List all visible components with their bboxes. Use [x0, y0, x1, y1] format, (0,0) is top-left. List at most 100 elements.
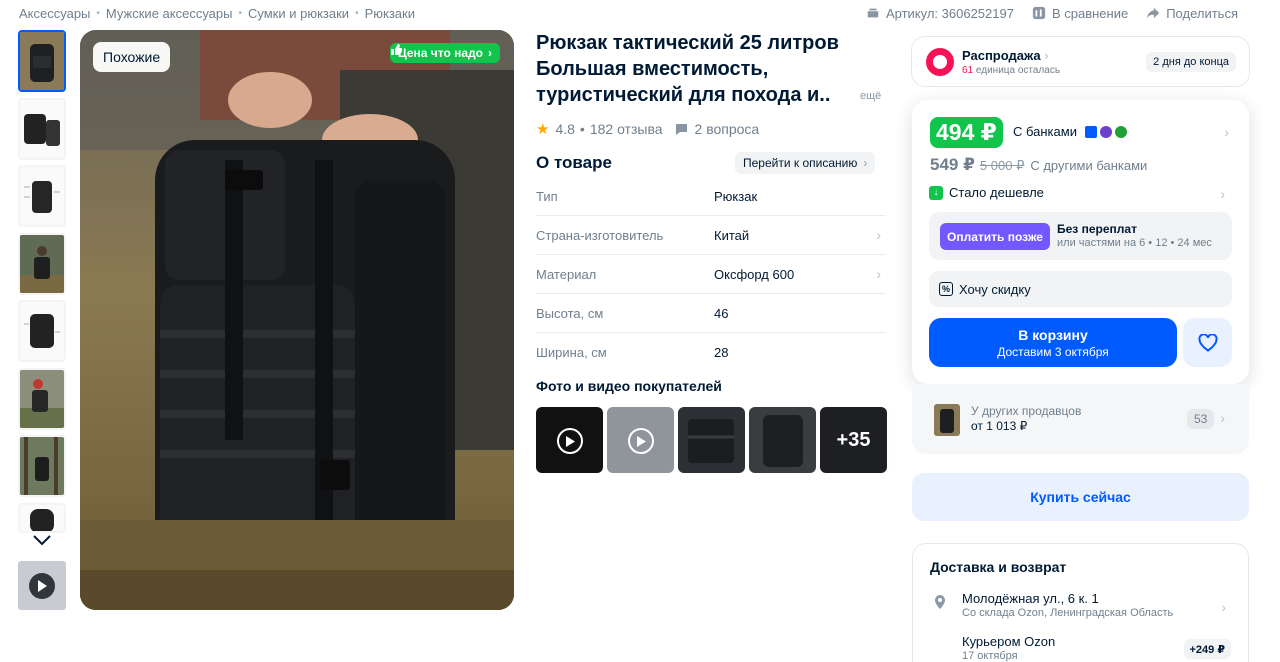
- breadcrumb-item[interactable]: Аксессуары: [19, 6, 90, 21]
- spec-value: 46: [714, 305, 729, 321]
- spec-row[interactable]: Страна-изготовитель Китай ›: [536, 216, 885, 255]
- buyer-media-more[interactable]: +35: [820, 407, 887, 473]
- breadcrumb-item[interactable]: Сумки и рюкзаки: [248, 6, 349, 21]
- breadcrumb-item[interactable]: Мужские аксессуары: [106, 6, 233, 21]
- price-dropped[interactable]: ↓ Стало дешевле: [929, 185, 1044, 200]
- main-product-image[interactable]: Похожие Цена что надо ›: [80, 30, 514, 610]
- thumbnail[interactable]: [18, 30, 66, 92]
- price-badge-label: Цена что надо: [397, 46, 483, 60]
- buyer-photo[interactable]: [678, 407, 745, 473]
- buyer-video[interactable]: [536, 407, 603, 473]
- share-button[interactable]: Поделиться: [1146, 6, 1238, 21]
- buyer-photo[interactable]: [749, 407, 816, 473]
- breadcrumb-item[interactable]: Рюкзаки: [365, 6, 415, 21]
- thumbs-up-icon: [390, 44, 402, 55]
- chevron-right-icon: ›: [863, 156, 868, 170]
- add-to-cart-label: В корзину: [1018, 327, 1088, 343]
- favorite-button[interactable]: [1183, 318, 1232, 367]
- forest-thumbnail-image: [20, 437, 64, 495]
- about-title: О товаре: [536, 153, 612, 172]
- price-other: 549 ₽: [930, 155, 975, 174]
- other-banks-label: С другими банками: [1030, 158, 1148, 173]
- chevron-right-icon: ›: [1044, 47, 1049, 63]
- rating-value: 4.8: [555, 121, 575, 137]
- spec-value: 28: [714, 345, 729, 360]
- sale-banner[interactable]: Распродажа › 61 единица осталась 2 дня д…: [911, 36, 1250, 87]
- product-title-line: Рюкзак тактический 25 литров: [536, 32, 839, 54]
- buyer-video[interactable]: [607, 407, 674, 473]
- backpack-thumbnail-image: [20, 99, 64, 158]
- thumbnail[interactable]: [18, 367, 66, 430]
- arrow-down-icon: ↓: [929, 185, 943, 200]
- specs-table: Тип Рюкзак Страна-изготовитель Китай › М…: [536, 177, 885, 372]
- spec-row[interactable]: Материал Оксфорд 600 ›: [536, 255, 885, 294]
- breadcrumb: Аксессуары • Мужские аксессуары • Сумки …: [19, 4, 415, 22]
- thumbnail[interactable]: [18, 502, 66, 533]
- price-other-banks: 549 ₽ 5 000 ₽ С другими банками: [930, 155, 1147, 175]
- chevron-right-icon: ›: [1224, 124, 1229, 140]
- breadcrumb-separator: •: [96, 7, 100, 19]
- sale-days-left: 2 дня до конца: [1146, 52, 1236, 72]
- top-actions: Артикул: 3606252197 В сравнение Поделить…: [848, 4, 1238, 22]
- backpack-thumbnail-image: [20, 302, 64, 360]
- share-icon: [1147, 7, 1160, 19]
- article-copy[interactable]: Артикул: 3606252197: [866, 6, 1014, 21]
- go-to-description-label: Перейти к описанию: [743, 156, 858, 170]
- other-sellers-label: У других продавцов: [971, 404, 1082, 418]
- spec-row: Высота, см 46: [536, 294, 885, 333]
- courier-option[interactable]: Курьером Ozon: [962, 634, 1055, 649]
- price-badge[interactable]: Цена что надо ›: [389, 43, 500, 63]
- more-count: +35: [836, 428, 871, 451]
- thumbnail[interactable]: [18, 97, 66, 160]
- play-icon: [29, 572, 55, 599]
- other-sellers-price: от 1 013 ₽: [971, 419, 1028, 433]
- add-to-cart-button[interactable]: В корзину Доставим 3 октября: [929, 318, 1177, 367]
- star-icon: ★: [536, 121, 550, 138]
- rating-row: ★ 4.8 • 182 отзыва 2 вопроса: [536, 120, 759, 138]
- article-number: Артикул: 3606252197: [885, 5, 1014, 21]
- pay-later-button[interactable]: Оплатить позже: [940, 223, 1050, 250]
- courier-date: 17 октября: [962, 650, 1018, 662]
- chevron-down-icon[interactable]: [30, 530, 54, 550]
- delivery-warehouse: Со склада Ozon, Ленинградская Область: [962, 607, 1174, 619]
- product-title: Рюкзак тактический 25 литров Большая вме…: [536, 30, 866, 108]
- spec-row: Тип Рюкзак: [536, 177, 885, 216]
- thumbnail[interactable]: [18, 232, 66, 295]
- questions-link[interactable]: 2 вопроса: [675, 121, 760, 137]
- buyer-media-list: +35: [536, 407, 891, 473]
- go-to-description-button[interactable]: Перейти к описанию ›: [735, 152, 876, 174]
- backpack-thumbnail-image: [934, 404, 960, 436]
- video-thumbnail[interactable]: [18, 561, 66, 610]
- thumbnail[interactable]: [18, 165, 66, 227]
- spec-key: Высота, см: [536, 305, 604, 321]
- share-label: Поделиться: [1166, 5, 1238, 21]
- other-sellers[interactable]: У других продавцов от 1 013 ₽ 53 ›: [912, 384, 1249, 454]
- backpack-photo: [688, 419, 734, 463]
- compare-label: В сравнение: [1051, 5, 1129, 21]
- buy-now-button[interactable]: Купить сейчас: [912, 473, 1249, 521]
- reviews-link[interactable]: 182 отзыва: [590, 121, 663, 137]
- spec-row: Ширина, см 28: [536, 333, 885, 372]
- similar-button[interactable]: Похожие: [93, 42, 171, 72]
- location-pin-icon: [935, 595, 945, 609]
- price-with-bank[interactable]: 494 ₽: [930, 117, 1003, 148]
- price-card: 494 ₽ С банками › 549 ₽ 5 000 ₽ С другим…: [912, 100, 1249, 384]
- thumbnail[interactable]: [18, 300, 66, 362]
- questions-label: 2 вопроса: [694, 121, 760, 137]
- bank-offers[interactable]: С банками: [1013, 124, 1127, 139]
- want-discount-button[interactable]: % Хочу скидку: [929, 271, 1232, 307]
- compare-button[interactable]: В сравнение: [1032, 6, 1128, 21]
- thumbnail[interactable]: [18, 435, 66, 497]
- other-sellers-count: 53: [1187, 409, 1215, 429]
- breadcrumb-separator: •: [238, 7, 242, 19]
- pay-later-title: Без переплат: [1057, 222, 1137, 236]
- delivery-address[interactable]: Молодёжная ул., 6 к. 1: [962, 591, 1099, 606]
- spec-value: Рюкзак: [714, 188, 758, 204]
- sale-title: Распродажа: [962, 47, 1041, 63]
- hiker-thumbnail-image: [20, 234, 64, 293]
- title-more-link[interactable]: ещё: [860, 90, 881, 102]
- spec-value: Оксфорд 600: [714, 266, 795, 282]
- hiker-thumbnail-image: [20, 369, 64, 428]
- backpack-photo: [80, 30, 514, 610]
- sale-count: 61: [962, 64, 974, 76]
